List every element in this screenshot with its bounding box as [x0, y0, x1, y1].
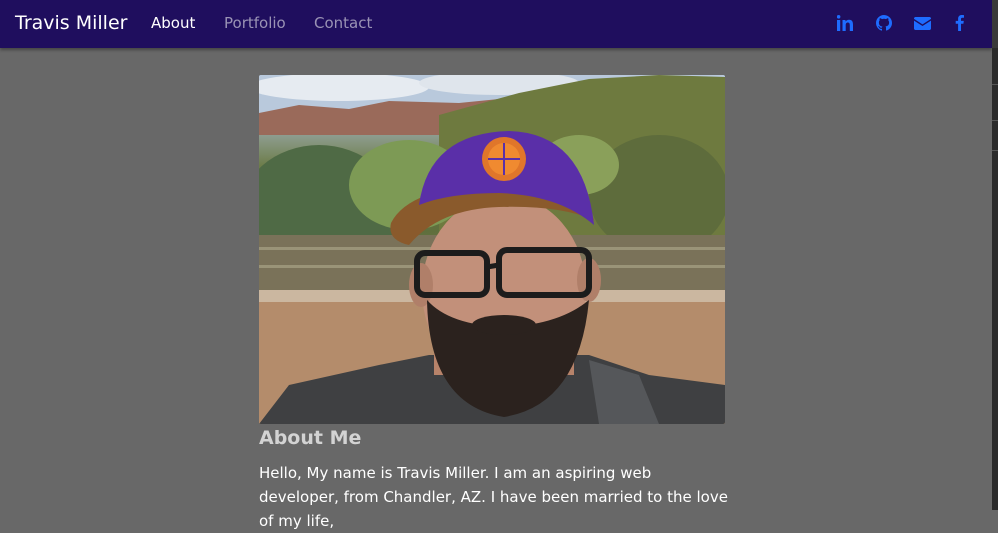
github-icon[interactable] — [872, 11, 896, 35]
profile-photo — [259, 75, 725, 424]
about-paragraph: Hello, My name is Travis Miller. I am an… — [259, 464, 728, 530]
envelope-icon[interactable] — [910, 11, 934, 35]
nav-link-about[interactable]: About — [151, 12, 195, 34]
scrollbar-thumb[interactable] — [992, 0, 998, 48]
navbar: Travis Miller About Portfolio Contact — [0, 0, 992, 48]
scrollbar-mark — [992, 120, 998, 121]
scrollbar-mark — [992, 150, 998, 151]
scrollbar[interactable] — [992, 0, 998, 510]
linkedin-icon[interactable] — [834, 11, 858, 35]
about-heading: About Me — [259, 427, 362, 449]
nav-link-portfolio[interactable]: Portfolio — [224, 12, 286, 34]
scrollbar-mark — [992, 84, 998, 85]
facebook-icon[interactable] — [947, 11, 971, 35]
brand-link[interactable]: Travis Miller — [15, 10, 127, 36]
nav-link-contact[interactable]: Contact — [314, 12, 372, 34]
